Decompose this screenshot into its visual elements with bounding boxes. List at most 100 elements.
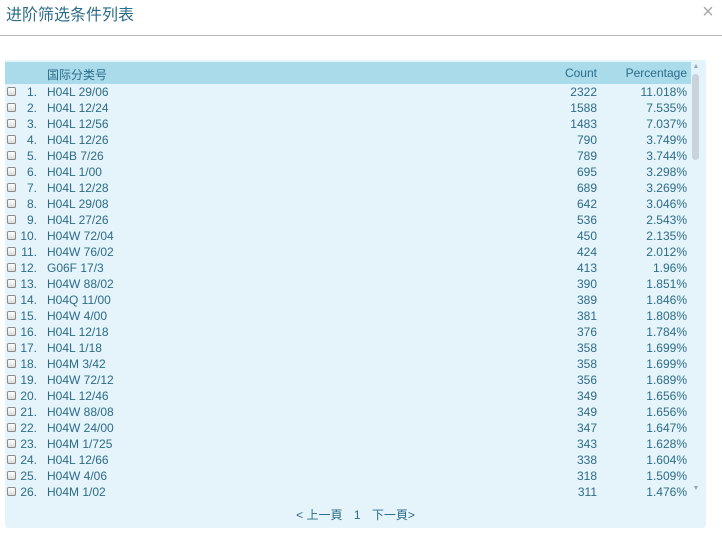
table-row: 15. H04W 4/00 381 1.808% — [5, 308, 691, 324]
row-code[interactable]: H04W 72/04 — [47, 228, 114, 244]
arrow-up-icon[interactable]: ▲ — [691, 62, 701, 72]
row-index: 23. — [20, 437, 37, 451]
row-checkbox[interactable] — [7, 119, 16, 128]
row-count: 536 — [576, 213, 597, 227]
row-count: 789 — [576, 149, 597, 163]
scrollbar-thumb[interactable] — [692, 74, 699, 160]
row-checkbox[interactable] — [7, 247, 16, 256]
row-checkbox[interactable] — [7, 471, 16, 480]
row-code[interactable]: H04L 12/56 — [47, 116, 109, 132]
table-row: 10. H04W 72/04 450 2.135% — [5, 228, 691, 244]
row-percentage: 7.037% — [646, 117, 687, 131]
row-checkbox[interactable] — [7, 231, 16, 240]
row-checkbox[interactable] — [7, 455, 16, 464]
filter-dialog: 进阶筛选条件列表 × 国际分类号 Count Percentage 1. H04L… — [0, 0, 722, 534]
row-percentage: 1.656% — [646, 389, 687, 403]
row-percentage: 1.647% — [646, 421, 687, 435]
row-code[interactable]: H04W 72/12 — [47, 372, 114, 388]
row-checkbox[interactable] — [7, 359, 16, 368]
row-checkbox[interactable] — [7, 391, 16, 400]
row-index: 8. — [26, 197, 37, 211]
row-percentage: 3.269% — [646, 181, 687, 195]
arrow-down-icon[interactable]: ▼ — [691, 484, 701, 494]
row-code[interactable]: H04L 12/46 — [47, 388, 109, 404]
row-checkbox[interactable] — [7, 295, 16, 304]
row-code[interactable]: G06F 17/3 — [47, 260, 104, 276]
row-index: 7. — [26, 181, 37, 195]
row-checkbox[interactable] — [7, 439, 16, 448]
prev-page-link[interactable]: < 上一頁 — [296, 508, 342, 522]
row-code[interactable]: H04W 4/06 — [47, 468, 107, 484]
row-checkbox[interactable] — [7, 199, 16, 208]
row-count: 1588 — [570, 101, 597, 115]
table-row: 24. H04L 12/66 338 1.604% — [5, 452, 691, 468]
row-code[interactable]: H04W 24/00 — [47, 420, 114, 436]
row-code[interactable]: H04L 1/18 — [47, 340, 102, 356]
row-checkbox[interactable] — [7, 183, 16, 192]
table-row: 5. H04B 7/26 789 3.744% — [5, 148, 691, 164]
row-code[interactable]: H04W 88/02 — [47, 276, 114, 292]
table-row: 7. H04L 12/28 689 3.269% — [5, 180, 691, 196]
row-code[interactable]: H04L 1/00 — [47, 164, 102, 180]
row-code[interactable]: H04L 12/28 — [47, 180, 109, 196]
row-count: 695 — [576, 165, 597, 179]
table-row: 4. H04L 12/26 790 3.749% — [5, 132, 691, 148]
row-checkbox[interactable] — [7, 327, 16, 336]
row-checkbox[interactable] — [7, 103, 16, 112]
row-checkbox[interactable] — [7, 151, 16, 160]
row-code[interactable]: H04W 4/00 — [47, 308, 107, 324]
row-count: 1483 — [570, 117, 597, 131]
row-count: 358 — [576, 341, 597, 355]
row-percentage: 2.012% — [646, 245, 687, 259]
row-code[interactable]: H04W 76/02 — [47, 244, 114, 260]
row-checkbox[interactable] — [7, 215, 16, 224]
row-count: 413 — [576, 261, 597, 275]
row-code[interactable]: H04L 12/24 — [47, 100, 109, 116]
table-row: 21. H04W 88/08 349 1.656% — [5, 404, 691, 420]
row-checkbox[interactable] — [7, 167, 16, 176]
row-checkbox[interactable] — [7, 279, 16, 288]
row-checkbox[interactable] — [7, 263, 16, 272]
row-code[interactable]: H04L 27/26 — [47, 212, 109, 228]
row-code[interactable]: H04L 29/08 — [47, 196, 109, 212]
row-checkbox[interactable] — [7, 343, 16, 352]
header-count[interactable]: Count — [527, 66, 597, 80]
row-checkbox[interactable] — [7, 135, 16, 144]
row-code[interactable]: H04L 12/18 — [47, 324, 109, 340]
row-code[interactable]: H04M 1/725 — [47, 436, 112, 452]
row-checkbox[interactable] — [7, 375, 16, 384]
row-percentage: 1.656% — [646, 405, 687, 419]
row-index: 9. — [26, 213, 37, 227]
row-code[interactable]: H04L 12/26 — [47, 132, 109, 148]
row-percentage: 1.509% — [646, 469, 687, 483]
table-row: 23. H04M 1/725 343 1.628% — [5, 436, 691, 452]
row-code[interactable]: H04M 3/42 — [47, 356, 106, 372]
row-count: 424 — [576, 245, 597, 259]
row-percentage: 1.604% — [646, 453, 687, 467]
row-index: 22. — [20, 421, 37, 435]
row-checkbox[interactable] — [7, 487, 16, 496]
row-percentage: 3.749% — [646, 133, 687, 147]
table-row: 2. H04L 12/24 1588 7.535% — [5, 100, 691, 116]
table-row: 25. H04W 4/06 318 1.509% — [5, 468, 691, 484]
row-code[interactable]: H04M 1/02 — [47, 484, 106, 500]
row-count: 318 — [576, 469, 597, 483]
row-index: 21. — [20, 405, 37, 419]
row-count: 689 — [576, 181, 597, 195]
row-code[interactable]: H04L 12/66 — [47, 452, 109, 468]
row-code[interactable]: H04B 7/26 — [47, 148, 104, 164]
row-checkbox[interactable] — [7, 423, 16, 432]
close-icon[interactable]: × — [699, 2, 717, 22]
row-code[interactable]: H04W 88/08 — [47, 404, 114, 420]
row-code[interactable]: H04Q 11/00 — [47, 292, 111, 308]
row-count: 347 — [576, 421, 597, 435]
row-index: 2. — [26, 101, 37, 115]
next-page-link[interactable]: 下一頁> — [372, 508, 415, 522]
header-percentage[interactable]: Percentage — [597, 66, 687, 80]
row-code[interactable]: H04L 29/06 — [47, 84, 109, 100]
row-checkbox[interactable] — [7, 407, 16, 416]
row-checkbox[interactable] — [7, 311, 16, 320]
row-index: 10. — [20, 229, 37, 243]
row-checkbox[interactable] — [7, 87, 16, 96]
vertical-scrollbar[interactable]: ▲ ▼ — [691, 62, 701, 494]
